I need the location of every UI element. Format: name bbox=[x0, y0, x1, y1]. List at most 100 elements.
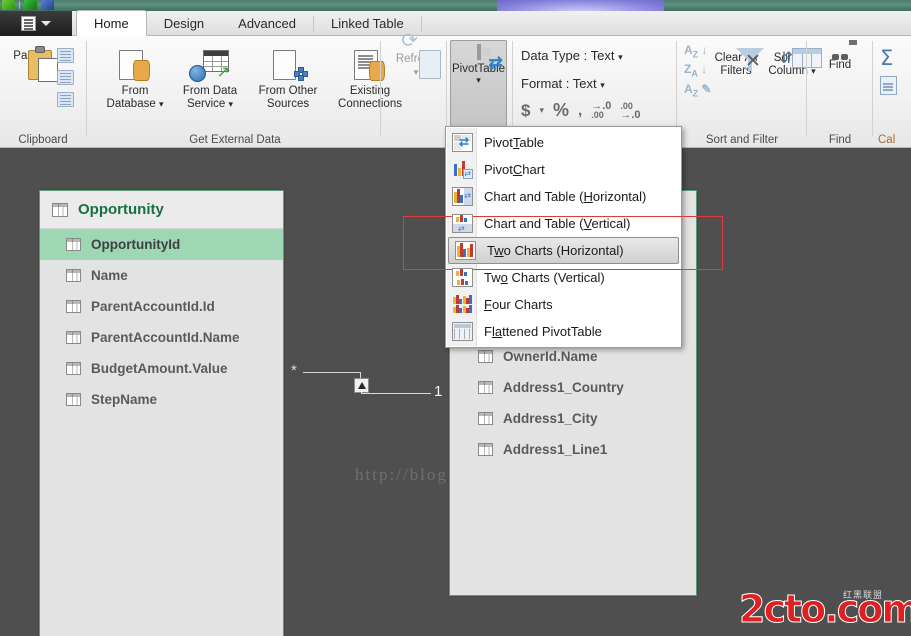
title-bar-highlight bbox=[497, 0, 664, 11]
group-separator-5 bbox=[676, 41, 677, 136]
pivottable-chevron-down-icon[interactable]: ▾ bbox=[450, 76, 507, 85]
menu-item-pivottable[interactable]: ⇄ PivotTable bbox=[446, 129, 681, 156]
data-type-dropdown[interactable]: Data Type : Text ▾ bbox=[521, 48, 623, 63]
save-icon[interactable] bbox=[2, 0, 15, 10]
table-field-opportunityid[interactable]: OpportunityId bbox=[40, 229, 283, 260]
currency-button[interactable]: $ bbox=[521, 101, 530, 121]
tab-linked-table-label: Linked Table bbox=[330, 16, 404, 31]
tab-advanced[interactable]: Advanced bbox=[221, 11, 313, 36]
table-icon bbox=[52, 202, 68, 217]
field-label: Address1_City bbox=[503, 411, 598, 426]
field-icon bbox=[478, 412, 493, 425]
group-separator-1 bbox=[86, 41, 87, 136]
relationship-many-symbol: * bbox=[291, 362, 297, 379]
menu-item-flattened-pivottable[interactable]: Flattened PivotTable bbox=[446, 318, 681, 345]
from-database-button[interactable]: From Database ▾ bbox=[98, 50, 172, 111]
redo-icon[interactable] bbox=[41, 0, 54, 10]
undo-icon[interactable] bbox=[24, 0, 37, 10]
ribbon-group-clipboard: Paste Clipboard bbox=[0, 36, 86, 148]
refresh-button[interactable]: ⟳ Refresh ▾ bbox=[390, 31, 442, 79]
field-label: Address1_Line1 bbox=[503, 442, 608, 457]
menu-item-chart-and-table-horizontal[interactable]: ⇄ Chart and Table (Horizontal) bbox=[446, 183, 681, 210]
file-menu-button[interactable] bbox=[0, 11, 72, 36]
ribbon-group-sort-filter: AZ ↓ ZA ↓ AZ ✎ ✕ Clear All Filters ⇵ Sor… bbox=[678, 36, 822, 148]
create-kpi-button[interactable] bbox=[880, 76, 897, 95]
group-label-sort-filter: Sort and Filter bbox=[705, 134, 779, 146]
group-separator-7 bbox=[872, 41, 873, 136]
number-format-toolbar: $ ▾ % , →.0.00 .00 →.0 bbox=[521, 100, 641, 121]
group-separator-6 bbox=[806, 41, 807, 136]
currency-chevron-down-icon[interactable]: ▾ bbox=[539, 105, 544, 116]
clear-sort-button[interactable]: AZ ✎ bbox=[684, 83, 712, 98]
menu-item-two-charts-horizontal[interactable]: Two Charts (Horizontal) bbox=[448, 237, 679, 264]
pivottable-icon: ⇄ bbox=[476, 44, 503, 71]
clear-all-filters-button[interactable]: ✕ Clear All Filters bbox=[708, 48, 764, 78]
menu-item-four-charts[interactable]: Four Charts bbox=[446, 291, 681, 318]
table-field-address1-city[interactable]: Address1_City bbox=[450, 403, 696, 434]
menu-item-label: PivotChart bbox=[484, 162, 545, 177]
quick-access-toolbar bbox=[2, 0, 54, 10]
menu-item-two-charts-vertical[interactable]: Two Charts (Vertical) bbox=[446, 264, 681, 291]
find-button[interactable]: Find bbox=[814, 40, 866, 72]
menu-item-label: Two Charts (Vertical) bbox=[484, 270, 605, 285]
copy-icon[interactable] bbox=[57, 92, 74, 107]
field-label: Name bbox=[91, 268, 128, 283]
table-field-budgetamount-value[interactable]: BudgetAmount.Value bbox=[40, 353, 283, 384]
group-label-find: Find bbox=[828, 134, 852, 146]
data-type-chevron-down-icon: ▾ bbox=[618, 52, 623, 62]
ribbon-group-calculations: Σ Cal bbox=[874, 36, 911, 148]
table-field-name[interactable]: Name bbox=[40, 260, 283, 291]
autosum-button[interactable]: Σ bbox=[880, 48, 893, 70]
pivottable-button-content[interactable]: ⇄ PivotTable ▾ bbox=[450, 44, 507, 85]
increase-decimal-button[interactable]: →.0.00 bbox=[591, 100, 611, 120]
decrease-decimal-button[interactable]: .00 →.0 bbox=[620, 101, 640, 120]
thousands-separator-button[interactable]: , bbox=[578, 102, 582, 119]
copy-all-icon[interactable] bbox=[57, 70, 74, 85]
relationship-direction-marker[interactable] bbox=[354, 378, 369, 393]
site-logo: 2cto.com 红黑联盟 bbox=[739, 586, 911, 632]
table-field-address1-country[interactable]: Address1_Country bbox=[450, 372, 696, 403]
from-data-service-button[interactable]: ↗ From Data Service ▾ bbox=[172, 50, 248, 111]
table-field-parentaccountid-name[interactable]: ParentAccountId.Name bbox=[40, 322, 283, 353]
from-database-line2: Database ▾ bbox=[106, 98, 164, 110]
kpi-icon bbox=[880, 76, 897, 95]
menu-item-chart-and-table-vertical[interactable]: ⇄ Chart and Table (Vertical) bbox=[446, 210, 681, 237]
table-field-address1-line1[interactable]: Address1_Line1 bbox=[450, 434, 696, 465]
table-field-stepname[interactable]: StepName bbox=[40, 384, 283, 415]
from-data-service-line1: From Data bbox=[182, 85, 238, 97]
from-other-sources-button[interactable]: From Other Sources bbox=[248, 50, 328, 111]
field-label: ParentAccountId.Id bbox=[91, 299, 215, 314]
format-dropdown[interactable]: Format : Text ▾ bbox=[521, 76, 605, 91]
from-other-sources-line2: Sources bbox=[266, 98, 310, 110]
node-icon bbox=[294, 67, 308, 81]
relationship-one-symbol: 1 bbox=[434, 383, 443, 400]
field-label: ParentAccountId.Name bbox=[91, 330, 240, 345]
menu-item-label: PivotTable bbox=[484, 135, 544, 150]
tab-divider-2 bbox=[420, 15, 422, 32]
table-field-parentaccountid-id[interactable]: ParentAccountId.Id bbox=[40, 291, 283, 322]
relationship-line-left bbox=[303, 372, 360, 373]
pivottable-dropdown-menu[interactable]: ⇄ PivotTable ⇄ PivotChart ⇄ Chart and Ta… bbox=[445, 126, 682, 348]
relationship-line-right bbox=[361, 393, 431, 394]
group-label-calculations: Cal bbox=[878, 134, 896, 146]
find-label: Find bbox=[828, 59, 852, 71]
ribbon-group-find: Find Find bbox=[808, 36, 872, 148]
menu-item-pivotchart[interactable]: ⇄ PivotChart bbox=[446, 156, 681, 183]
tab-home-label: Home bbox=[94, 15, 129, 31]
paste-button[interactable]: Paste bbox=[4, 46, 58, 82]
cut-icon[interactable] bbox=[57, 48, 74, 63]
format-label: Format : Text bbox=[521, 76, 597, 91]
field-label: OwnerId.Name bbox=[503, 349, 598, 364]
table-title: Opportunity bbox=[78, 201, 164, 218]
table-header[interactable]: Opportunity bbox=[40, 191, 283, 229]
field-icon bbox=[478, 443, 493, 456]
percent-button[interactable]: % bbox=[553, 100, 569, 121]
chart-table-horizontal-icon: ⇄ bbox=[452, 187, 473, 206]
field-icon bbox=[478, 381, 493, 394]
tab-design[interactable]: Design bbox=[147, 11, 221, 36]
table-window-opportunity[interactable]: Opportunity OpportunityId Name ParentAcc… bbox=[39, 190, 284, 636]
menu-item-label: Four Charts bbox=[484, 297, 553, 312]
tab-home[interactable]: Home bbox=[76, 10, 147, 36]
field-icon bbox=[66, 393, 81, 406]
ribbon-group-external-data: From Database ▾ ↗ From Data Service ▾ Fr… bbox=[90, 36, 402, 148]
